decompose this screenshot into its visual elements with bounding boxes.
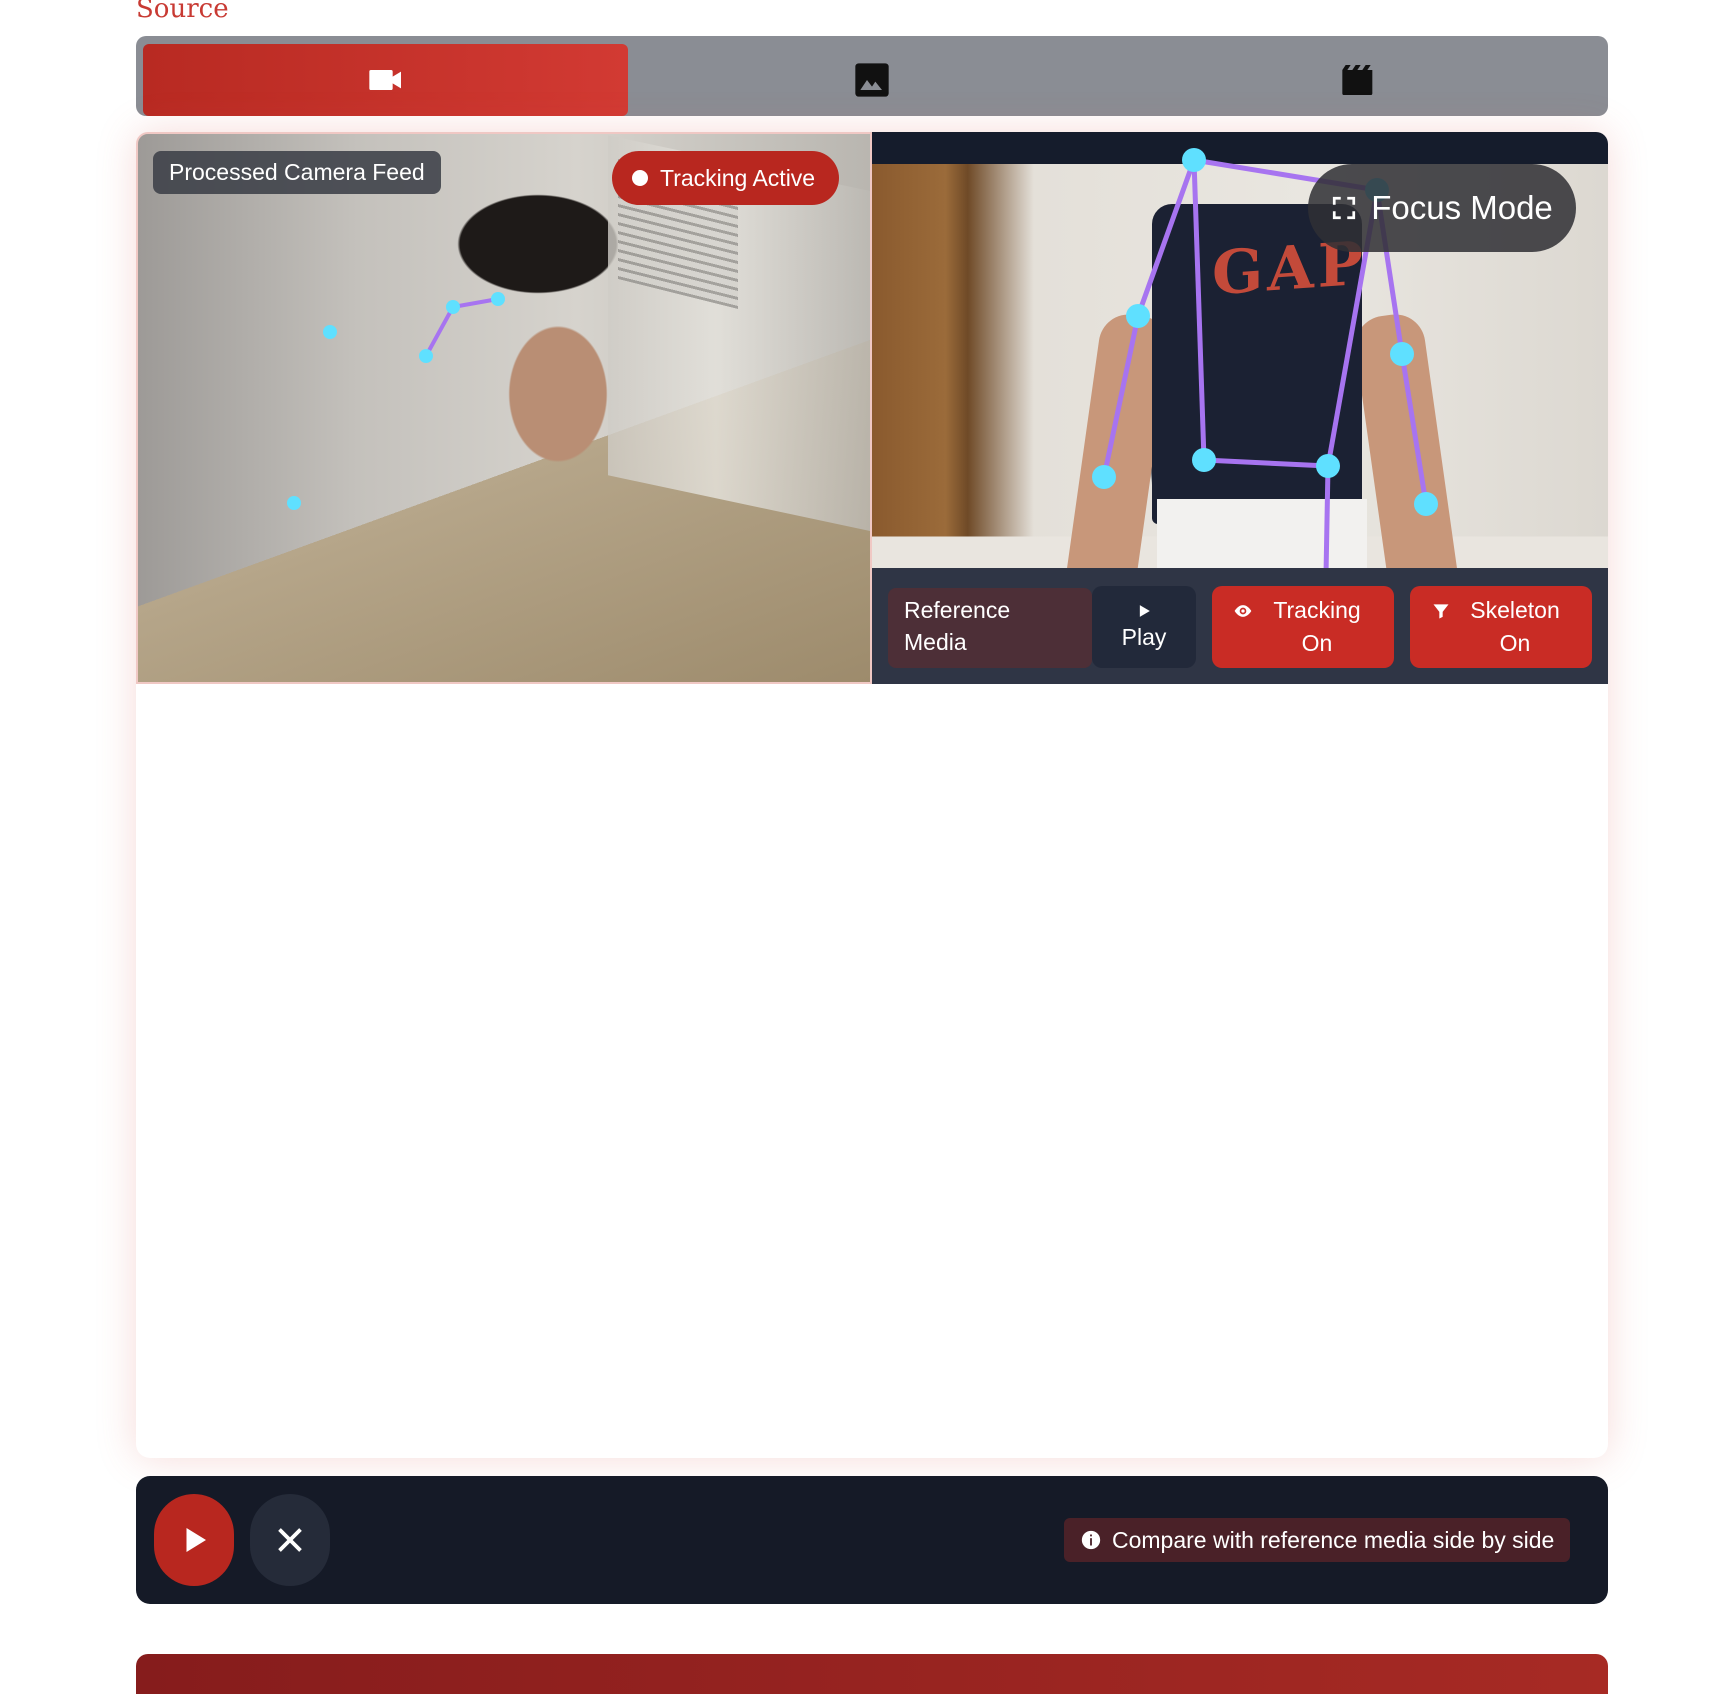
close-icon xyxy=(278,1528,302,1552)
fullscreen-icon xyxy=(1333,196,1356,220)
tab-video[interactable] xyxy=(1116,44,1601,116)
source-heading: Source xyxy=(136,0,229,24)
film-clapper-icon xyxy=(1341,65,1372,95)
info-icon xyxy=(1081,1530,1101,1550)
play-icon xyxy=(186,1528,206,1552)
face-landmark-overlay xyxy=(287,292,505,510)
eye-icon xyxy=(1234,605,1252,617)
tracking-status-badge: Tracking Active xyxy=(612,151,840,205)
tracking-toggle-button[interactable]: Tracking On xyxy=(1212,586,1394,668)
reference-media-label: Reference Media xyxy=(888,588,1092,668)
focus-mode-button[interactable]: Focus Mode xyxy=(1308,164,1576,252)
source-tab-bar xyxy=(136,36,1608,116)
compare-info-pill: Compare with reference media side by sid… xyxy=(1064,1518,1571,1562)
camera-feed-title: Processed Camera Feed xyxy=(153,151,441,194)
video-camera-icon xyxy=(368,70,401,90)
recording-dot-icon xyxy=(632,170,648,186)
tracking-status-text: Tracking Active xyxy=(660,164,816,191)
tab-camera[interactable] xyxy=(143,44,628,116)
start-session-button[interactable] xyxy=(154,1494,234,1586)
next-section-header xyxy=(136,1654,1608,1694)
play-reference-label: Play xyxy=(1121,623,1167,650)
skeleton-toggle-button[interactable]: Skeleton On xyxy=(1410,586,1592,668)
tracking-toggle-label: Tracking On xyxy=(1233,594,1373,660)
play-icon xyxy=(1139,604,1150,617)
compare-info-text: Compare with reference media side by sid… xyxy=(1112,1526,1555,1553)
play-reference-button[interactable]: Play xyxy=(1092,586,1196,668)
filter-icon xyxy=(1433,604,1449,619)
focus-mode-label: Focus Mode xyxy=(1371,189,1553,226)
close-session-button[interactable] xyxy=(250,1494,330,1586)
tab-image[interactable] xyxy=(629,44,1114,116)
camera-feed-panel xyxy=(136,132,872,684)
skeleton-toggle-label: Skeleton On xyxy=(1431,594,1571,660)
image-icon xyxy=(854,63,889,97)
